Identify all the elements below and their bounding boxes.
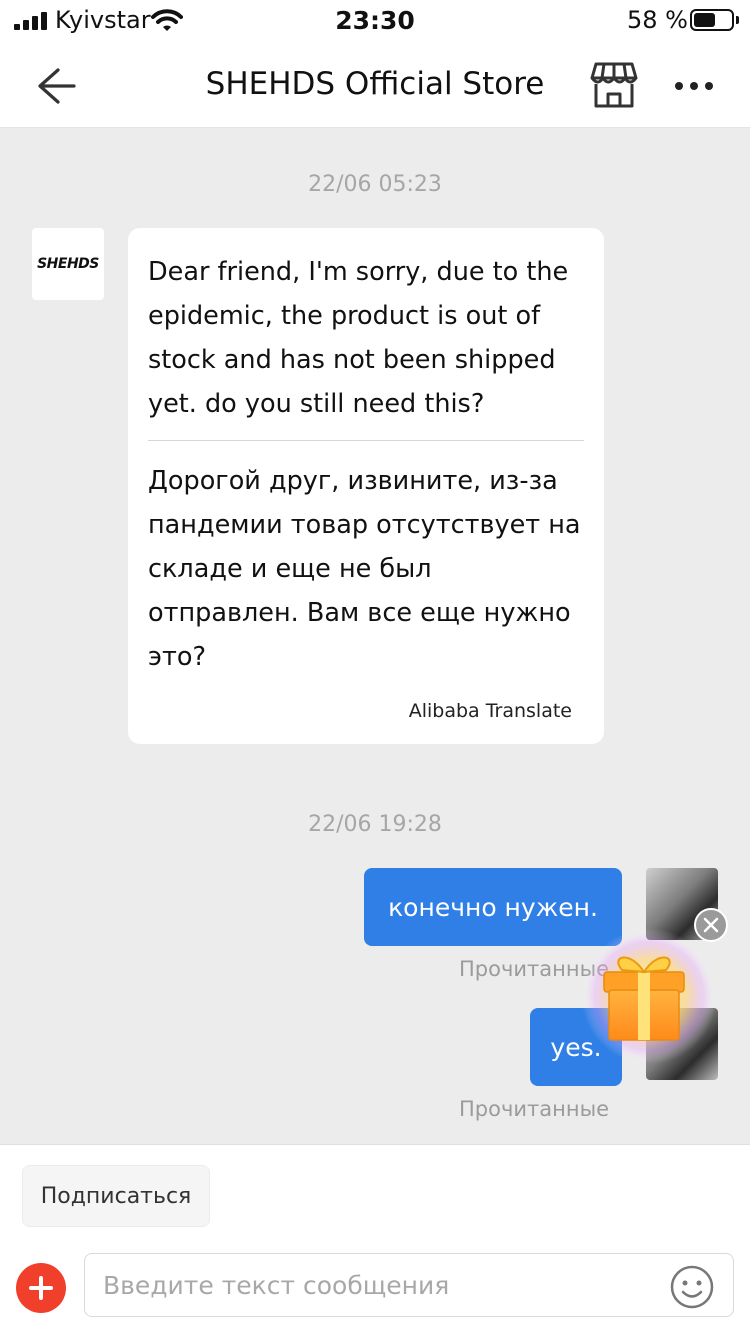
user-message-text: конечно нужен. (388, 892, 598, 922)
message-timestamp: 22/06 19:28 (308, 812, 442, 837)
page-title: SHEHDS Official Store (205, 66, 545, 102)
store-icon[interactable] (588, 60, 640, 112)
battery-icon (690, 9, 739, 31)
message-input[interactable] (103, 1254, 663, 1316)
store-avatar[interactable]: SHEHDS (32, 228, 104, 300)
read-status: Прочитанные (459, 1097, 610, 1121)
more-icon[interactable] (672, 74, 716, 98)
chat-header: SHEHDS Official Store (0, 44, 750, 128)
store-message-bubble[interactable]: Dear friend, I'm sorry, due to the epide… (128, 228, 604, 744)
message-translation-text: Дорогой друг, извините, из-за пандемии т… (148, 466, 581, 672)
back-arrow-icon[interactable] (28, 64, 80, 108)
add-icon[interactable] (16, 1263, 66, 1313)
message-original-text: Dear friend, I'm sorry, due to the epide… (148, 257, 569, 419)
close-icon[interactable] (694, 908, 728, 942)
translation-credit: Alibaba Translate (408, 700, 572, 722)
store-logo: SHEHDS (37, 256, 99, 272)
emoji-icon[interactable] (669, 1264, 715, 1310)
message-input-field[interactable] (84, 1253, 734, 1317)
battery-fill (694, 13, 715, 27)
gift-icon[interactable] (574, 926, 724, 1066)
translation-divider (148, 440, 584, 441)
composer-area: Подписаться (0, 1144, 750, 1334)
status-bar: Kyivstar 23:30 58 % (0, 0, 750, 44)
subscribe-button[interactable]: Подписаться (22, 1165, 210, 1227)
message-timestamp: 22/06 05:23 (308, 172, 442, 197)
battery-percent: 58 % (627, 6, 688, 34)
